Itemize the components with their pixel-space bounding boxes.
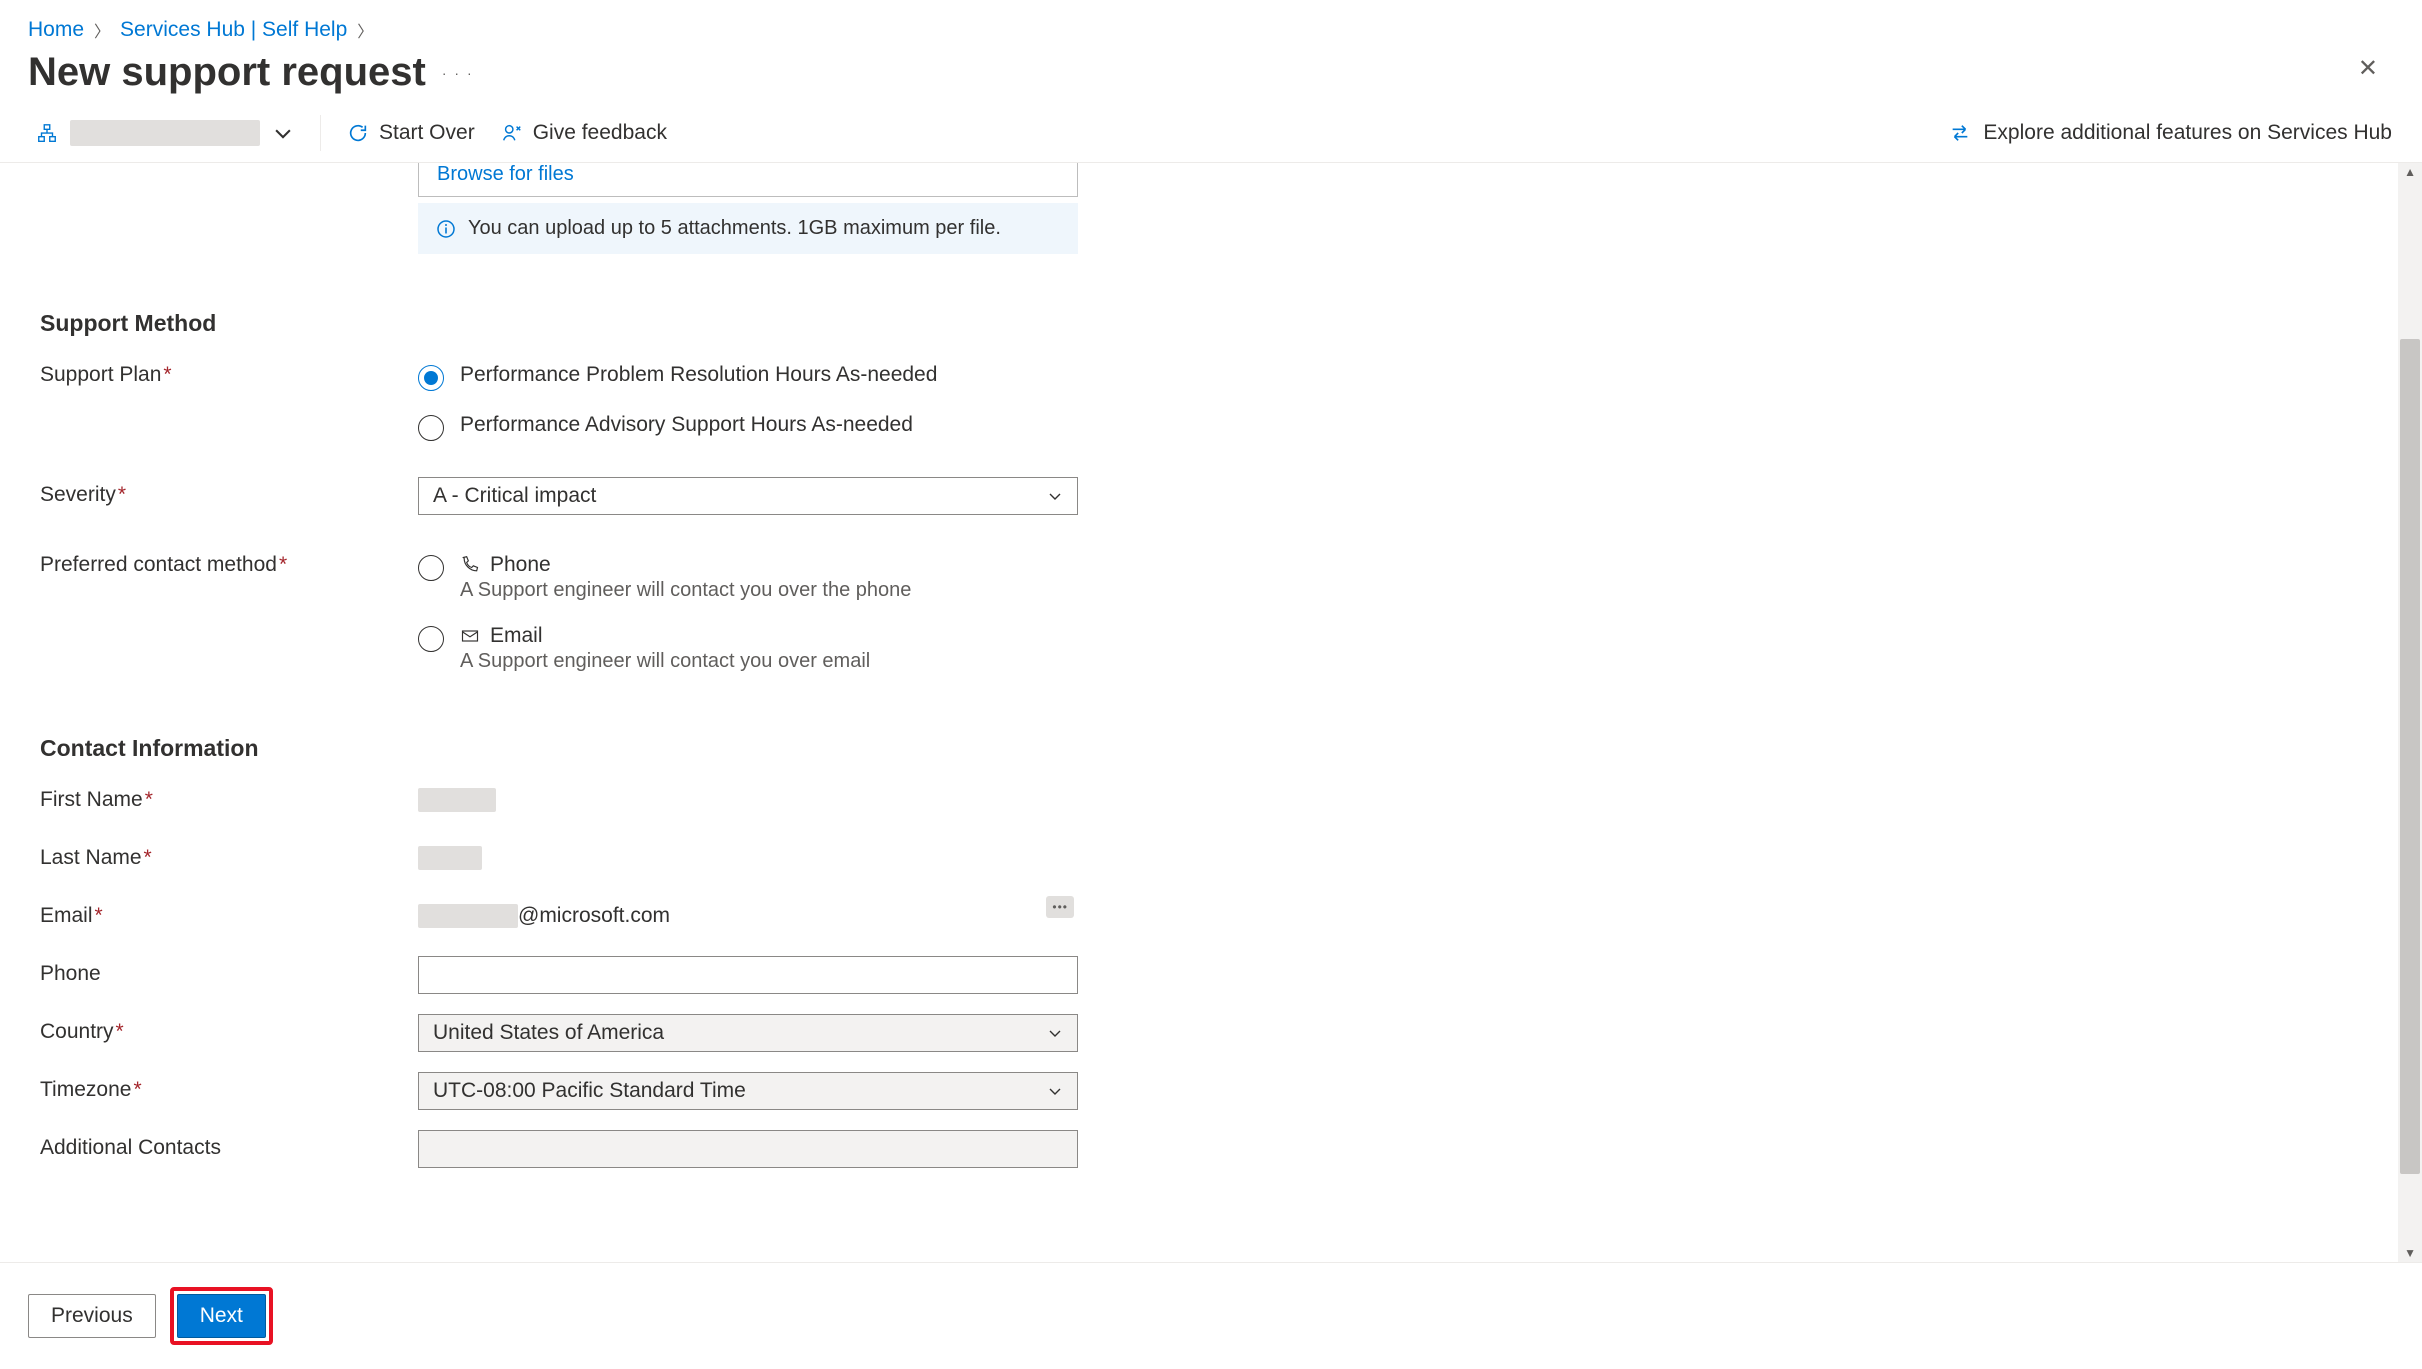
first-name-value xyxy=(418,782,1078,818)
start-over-label: Start Over xyxy=(379,121,475,145)
contact-email-label: Email xyxy=(490,624,543,648)
upload-info-text: You can upload up to 5 attachments. 1GB … xyxy=(468,217,1001,240)
contact-method-phone[interactable]: Phone A Support engineer will contact yo… xyxy=(418,547,1078,608)
email-actions-icon[interactable]: ••• xyxy=(1046,896,1074,918)
label-phone: Phone xyxy=(40,956,418,986)
phone-input[interactable] xyxy=(418,956,1078,994)
close-icon[interactable]: ✕ xyxy=(2358,54,2378,83)
contact-method-email[interactable]: Email A Support engineer will contact yo… xyxy=(418,618,1078,679)
contact-phone-desc: A Support engineer will contact you over… xyxy=(460,579,911,602)
phone-icon xyxy=(460,555,480,575)
section-contact-info: Contact Information xyxy=(40,735,1120,762)
severity-select[interactable]: A - Critical impact xyxy=(418,477,1078,515)
upload-info-banner: You can upload up to 5 attachments. 1GB … xyxy=(418,203,1078,254)
info-icon xyxy=(436,219,456,239)
label-support-plan: Support Plan* xyxy=(40,357,418,387)
label-timezone: Timezone* xyxy=(40,1072,418,1102)
org-name-placeholder xyxy=(70,120,260,146)
previous-button[interactable]: Previous xyxy=(28,1294,156,1338)
next-button[interactable]: Next xyxy=(177,1294,266,1338)
chevron-right-icon: 〉 xyxy=(94,18,110,42)
browse-files-link[interactable]: Browse for files xyxy=(437,163,574,185)
restart-icon xyxy=(347,122,369,144)
breadcrumb: Home 〉 Services Hub | Self Help 〉 xyxy=(0,0,2422,50)
chevron-down-icon xyxy=(1047,1025,1063,1041)
contact-phone-label: Phone xyxy=(490,553,551,577)
chevron-right-icon: 〉 xyxy=(357,18,373,42)
breadcrumb-services-hub[interactable]: Services Hub | Self Help xyxy=(120,18,347,42)
scroll-down-icon[interactable]: ▼ xyxy=(2404,1246,2416,1260)
next-button-highlight: Next xyxy=(170,1287,273,1345)
timezone-value: UTC-08:00 Pacific Standard Time xyxy=(433,1079,746,1103)
label-last-name: Last Name* xyxy=(40,840,418,870)
org-selector[interactable] xyxy=(28,116,302,150)
feedback-icon xyxy=(501,122,523,144)
label-additional-contacts: Additional Contacts xyxy=(40,1130,418,1160)
timezone-select[interactable]: UTC-08:00 Pacific Standard Time xyxy=(418,1072,1078,1110)
label-first-name: First Name* xyxy=(40,782,418,812)
radio-icon[interactable] xyxy=(418,365,444,391)
country-value: United States of America xyxy=(433,1021,664,1045)
label-severity: Severity* xyxy=(40,477,418,507)
start-over-button[interactable]: Start Over xyxy=(339,117,483,149)
scroll-thumb[interactable] xyxy=(2400,339,2420,1174)
sitemap-icon xyxy=(36,122,58,144)
additional-contacts-input[interactable] xyxy=(418,1130,1078,1168)
radio-icon[interactable] xyxy=(418,415,444,441)
country-select[interactable]: United States of America xyxy=(418,1014,1078,1052)
explore-label: Explore additional features on Services … xyxy=(1983,121,2392,145)
give-feedback-button[interactable]: Give feedback xyxy=(493,117,675,149)
give-feedback-label: Give feedback xyxy=(533,121,667,145)
last-name-value xyxy=(418,840,1078,876)
scrollbar[interactable]: ▲ ▼ xyxy=(2398,163,2422,1262)
footer-actions: Previous Next xyxy=(0,1263,2422,1369)
severity-value: A - Critical impact xyxy=(433,484,596,508)
swap-icon xyxy=(1949,122,1971,144)
scroll-up-icon[interactable]: ▲ xyxy=(2404,165,2416,179)
label-email: Email* xyxy=(40,898,418,928)
explore-services-hub-link[interactable]: Explore additional features on Services … xyxy=(1949,121,2392,145)
chevron-down-icon xyxy=(272,122,294,144)
page-title: New support request xyxy=(28,50,426,95)
chevron-down-icon xyxy=(1047,1083,1063,1099)
toolbar: Start Over Give feedback Explore additio… xyxy=(0,111,2422,163)
more-actions-icon[interactable]: · · · xyxy=(442,65,474,81)
radio-icon[interactable] xyxy=(418,626,444,652)
support-plan-option-2-label: Performance Advisory Support Hours As-ne… xyxy=(460,413,913,437)
mail-icon xyxy=(460,626,480,646)
support-plan-option-1[interactable]: Performance Problem Resolution Hours As-… xyxy=(418,357,1078,397)
chevron-down-icon xyxy=(1047,488,1063,504)
email-value: @microsoft.com ••• xyxy=(418,898,1078,934)
radio-icon[interactable] xyxy=(418,555,444,581)
support-plan-option-2[interactable]: Performance Advisory Support Hours As-ne… xyxy=(418,407,1078,447)
label-country: Country* xyxy=(40,1014,418,1044)
contact-email-desc: A Support engineer will contact you over… xyxy=(460,650,870,673)
breadcrumb-home[interactable]: Home xyxy=(28,18,84,42)
file-upload-dropzone[interactable]: Browse for files xyxy=(418,163,1078,197)
section-support-method: Support Method xyxy=(40,310,1120,337)
label-preferred-contact: Preferred contact method* xyxy=(40,547,418,577)
support-plan-option-1-label: Performance Problem Resolution Hours As-… xyxy=(460,363,937,387)
